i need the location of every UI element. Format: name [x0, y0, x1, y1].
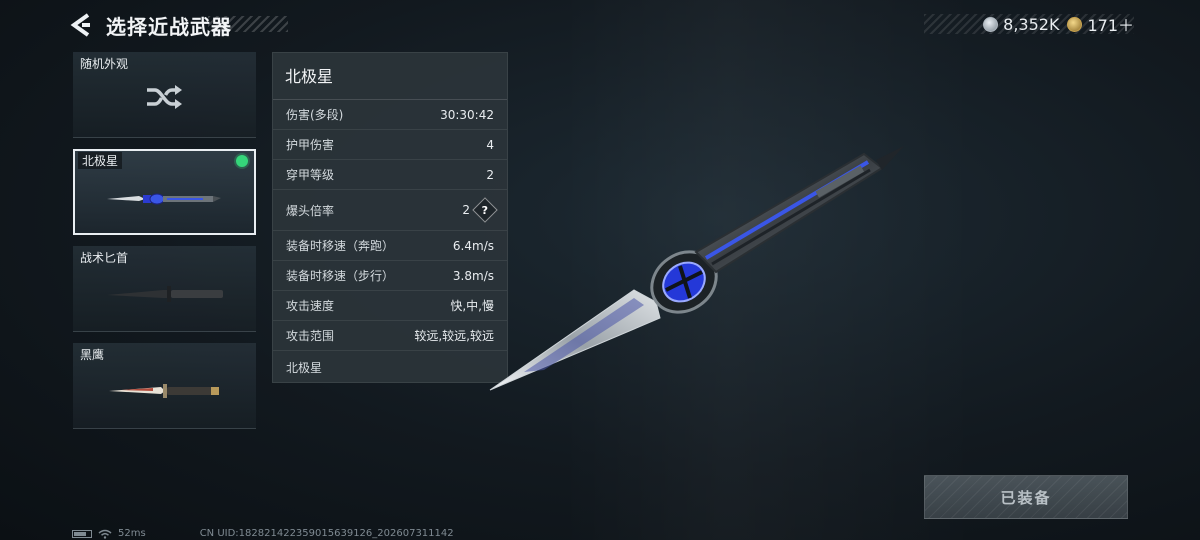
- ping-text: 52ms: [118, 528, 146, 539]
- silver-coin-icon: [983, 16, 999, 32]
- weapon-stats-panel: 北极星 伤害(多段) 30:30:42 护甲伤害 4 穿甲等级 2 爆头倍率 2…: [272, 52, 508, 383]
- skin-name: 北极星: [286, 361, 323, 375]
- stat-row-attack-range: 攻击范围 较远,较远,较远: [273, 321, 507, 351]
- stat-row-run-speed: 装备时移速（奔跑） 6.4m/s: [273, 231, 507, 261]
- stat-row-damage: 伤害(多段) 30:30:42: [273, 100, 507, 130]
- weapon-card-label: 北极星: [78, 152, 123, 169]
- weapon-card-label: 战术匕首: [80, 251, 129, 265]
- knife-3d-preview[interactable]: [484, 140, 914, 400]
- equipped-button[interactable]: 已装备: [924, 475, 1128, 519]
- stat-row-penetration: 穿甲等级 2: [273, 160, 507, 190]
- title-decoration: [208, 16, 288, 32]
- weapon-card-random[interactable]: 随机外观: [73, 52, 256, 138]
- melee-weapon-list: 随机外观 北极星 战术匕首 黑鹰: [73, 52, 257, 440]
- stat-value: 30:30:42: [440, 107, 494, 122]
- gold-currency[interactable]: 171＋: [1067, 12, 1134, 36]
- stat-label: 攻击速度: [286, 299, 335, 313]
- shuffle-icon: [147, 85, 182, 109]
- wifi-icon: [98, 529, 112, 539]
- gold-coin-icon: [1067, 16, 1083, 32]
- weapon-card-label: 随机外观: [80, 57, 129, 71]
- weapon-card-tactical-dagger[interactable]: 战术匕首: [73, 246, 256, 332]
- stat-label: 伤害(多段): [286, 108, 344, 122]
- header: 选择近战武器 8,352K 171＋: [0, 0, 1200, 50]
- stat-value-text: 2: [462, 203, 470, 217]
- weapon-card-blackhawk[interactable]: 黑鹰: [73, 343, 256, 429]
- weapon-card-polaris[interactable]: 北极星: [73, 149, 256, 235]
- stat-label: 攻击范围: [286, 329, 335, 343]
- stat-label: 装备时移速（奔跑）: [286, 239, 395, 253]
- stat-label: 穿甲等级: [286, 168, 335, 182]
- gold-amount: 171＋: [1087, 16, 1134, 35]
- equipped-button-label: 已装备: [1000, 488, 1052, 507]
- stat-row-walk-speed: 装备时移速（步行） 3.8m/s: [273, 261, 507, 291]
- uid-text: CN UID:18282142235901563912​6_2026073111…: [199, 528, 454, 539]
- back-arrow-icon: [70, 13, 90, 37]
- silver-amount: 8,352K: [1003, 14, 1060, 34]
- status-footer: 52ms CN UID:18282142235901563912​6_20260…: [72, 527, 454, 540]
- stat-label: 护甲伤害: [286, 138, 335, 152]
- stat-value: 较远,较远,较远: [414, 329, 494, 343]
- weapon-card-label: 黑鹰: [80, 348, 105, 362]
- silver-currency: 8,352K: [983, 15, 1059, 34]
- stat-row-armor-damage: 护甲伤害 4: [273, 130, 507, 160]
- tactical-dagger-icon: [107, 286, 223, 302]
- back-button[interactable]: [68, 12, 96, 38]
- stat-label: 爆头倍率: [286, 203, 335, 218]
- stat-row-headshot: 爆头倍率 2 ?: [273, 190, 507, 231]
- blackhawk-knife-icon: [109, 384, 219, 398]
- currency-bar: 8,352K 171＋: [924, 12, 1134, 36]
- polaris-knife-icon: [107, 193, 221, 205]
- weapon-name-title: 北极星: [273, 53, 507, 100]
- battery-icon: [72, 529, 92, 538]
- stat-row-attack-speed: 攻击速度 快,中,慢: [273, 291, 507, 321]
- stat-label: 装备时移速（步行）: [286, 269, 395, 283]
- equipped-indicator: [236, 155, 248, 167]
